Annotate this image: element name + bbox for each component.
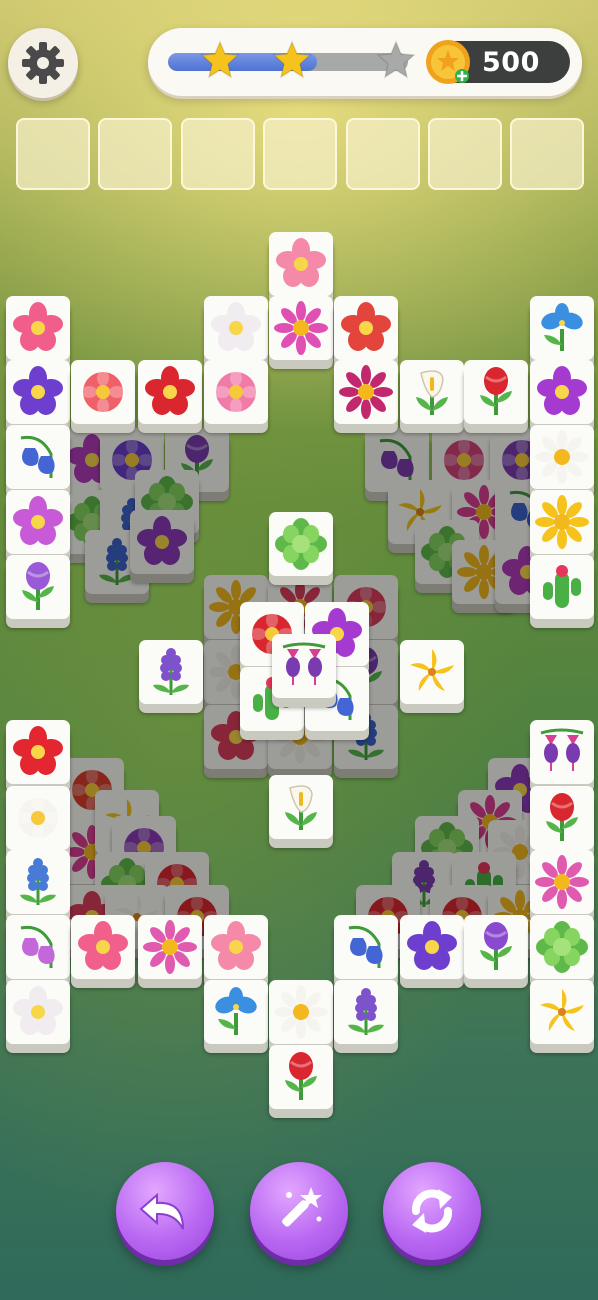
flower-tile[interactable] bbox=[138, 915, 202, 979]
hint-button[interactable] bbox=[250, 1162, 348, 1260]
flower-tile[interactable] bbox=[269, 1045, 333, 1109]
flower-tile[interactable] bbox=[400, 915, 464, 979]
flower-tile[interactable] bbox=[6, 360, 70, 424]
flower-tile[interactable] bbox=[269, 296, 333, 360]
flower-tile[interactable] bbox=[71, 915, 135, 979]
flower-tile[interactable] bbox=[400, 360, 464, 424]
undo-button[interactable] bbox=[116, 1162, 214, 1260]
undo-arrow-icon bbox=[139, 1192, 184, 1230]
flower-tile[interactable] bbox=[6, 850, 70, 914]
flower-tile[interactable] bbox=[204, 980, 268, 1044]
flower-tile[interactable] bbox=[530, 425, 594, 489]
flower-tile[interactable] bbox=[204, 915, 268, 979]
shuffle-icon bbox=[411, 1189, 453, 1233]
flower-tile[interactable] bbox=[334, 980, 398, 1044]
flower-tile[interactable] bbox=[530, 786, 594, 850]
flower-tile[interactable] bbox=[334, 296, 398, 360]
flower-tile[interactable] bbox=[400, 640, 464, 704]
flower-tile[interactable] bbox=[269, 512, 333, 576]
flower-tile[interactable] bbox=[530, 720, 594, 784]
flower-tile[interactable] bbox=[530, 296, 594, 360]
flower-tile[interactable] bbox=[334, 360, 398, 424]
flower-tile[interactable] bbox=[530, 490, 594, 554]
flower-tile[interactable] bbox=[71, 360, 135, 424]
flower-tile[interactable] bbox=[204, 360, 268, 424]
flower-tile[interactable] bbox=[272, 634, 336, 698]
flower-tile[interactable] bbox=[269, 980, 333, 1044]
flower-tile[interactable] bbox=[138, 360, 202, 424]
flower-tile[interactable] bbox=[6, 490, 70, 554]
flower-tile[interactable] bbox=[530, 915, 594, 979]
flower-tile[interactable] bbox=[6, 425, 70, 489]
flower-tile[interactable] bbox=[139, 640, 203, 704]
flower-tile[interactable] bbox=[530, 980, 594, 1044]
flower-tile[interactable] bbox=[6, 296, 70, 360]
flower-tile[interactable] bbox=[204, 296, 268, 360]
flower-tile[interactable] bbox=[6, 915, 70, 979]
shuffle-button[interactable] bbox=[383, 1162, 481, 1260]
flower-tile[interactable] bbox=[464, 915, 528, 979]
flower-tile[interactable] bbox=[6, 720, 70, 784]
flower-tile[interactable] bbox=[464, 360, 528, 424]
game-board bbox=[0, 0, 598, 1300]
magic-wand-icon bbox=[282, 1187, 322, 1227]
flower-tile[interactable] bbox=[6, 786, 70, 850]
blocked-tile bbox=[130, 510, 194, 574]
flower-tile[interactable] bbox=[530, 555, 594, 619]
flower-tile[interactable] bbox=[334, 915, 398, 979]
flower-tile[interactable] bbox=[269, 775, 333, 839]
flower-tile[interactable] bbox=[269, 232, 333, 296]
flower-tile[interactable] bbox=[6, 980, 70, 1044]
flower-tile[interactable] bbox=[530, 360, 594, 424]
flower-tile[interactable] bbox=[6, 555, 70, 619]
flower-tile[interactable] bbox=[530, 850, 594, 914]
